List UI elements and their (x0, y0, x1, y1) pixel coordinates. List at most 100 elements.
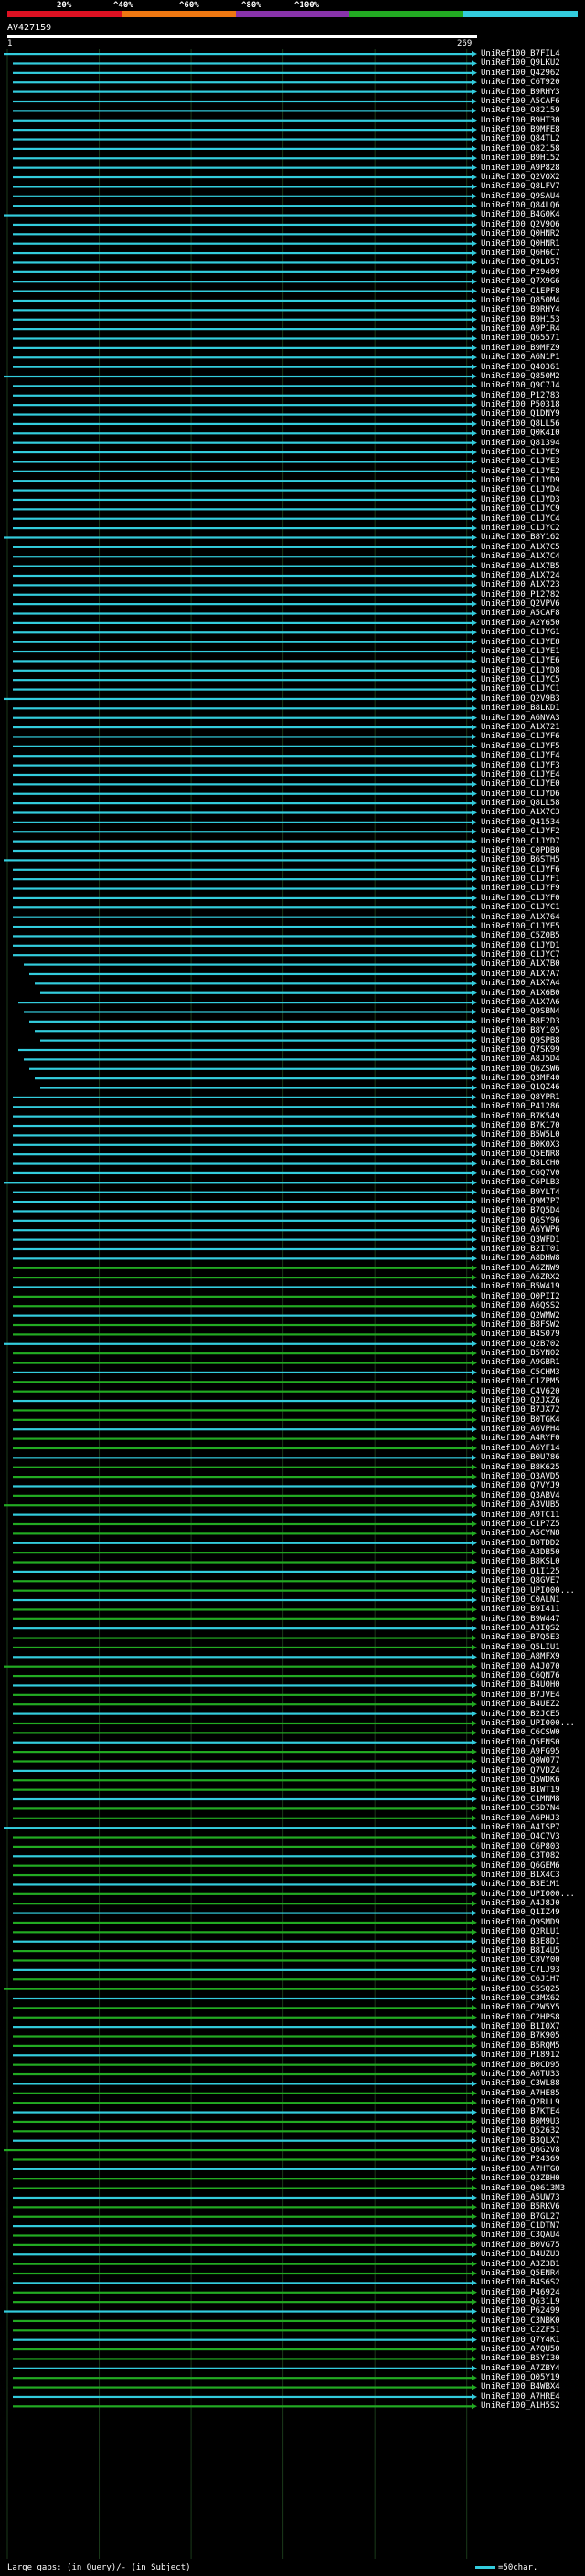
hit-bar[interactable] (13, 90, 472, 93)
hit-bar[interactable] (13, 489, 472, 492)
hit-bar[interactable] (13, 1845, 472, 1849)
hit-bar[interactable] (18, 1048, 472, 1052)
hit-bar[interactable] (13, 1817, 472, 1819)
hit-bar[interactable] (13, 1873, 472, 1877)
hit-bar[interactable] (13, 1352, 472, 1355)
hit-bar[interactable] (13, 1674, 472, 1678)
hit-label[interactable]: UniRef100_Q9C7J4 (481, 381, 585, 390)
hit-label[interactable]: UniRef100_Q850M4 (481, 296, 585, 305)
hit-label[interactable]: UniRef100_Q9M7P7 (481, 1197, 585, 1206)
hit-label[interactable]: UniRef100_Q9SMD9 (481, 1918, 585, 1927)
hit-label[interactable]: UniRef100_C1JYF4 (481, 751, 585, 760)
hit-bar[interactable] (4, 1342, 472, 1345)
hit-bar[interactable] (13, 1779, 472, 1782)
hit-bar[interactable] (13, 1968, 472, 1971)
hit-bar[interactable] (13, 546, 472, 548)
hit-label[interactable]: UniRef100_C1JYE2 (481, 467, 585, 476)
hit-bar[interactable] (13, 451, 472, 454)
hit-label[interactable]: UniRef100_A3Z3B1 (481, 2260, 585, 2269)
hit-bar[interactable] (13, 944, 472, 947)
hit-label[interactable]: UniRef100_B7JX72 (481, 1405, 585, 1415)
hit-label[interactable]: UniRef100_C1JYE5 (481, 922, 585, 931)
hit-label[interactable]: UniRef100_C1JYD3 (481, 495, 585, 504)
hit-bar[interactable] (13, 868, 472, 871)
hit-bar[interactable] (13, 2054, 472, 2057)
hit-bar[interactable] (13, 669, 472, 672)
hit-bar[interactable] (13, 1323, 472, 1327)
hit-label[interactable]: UniRef100_C6Q7V0 (481, 1169, 585, 1178)
hit-label[interactable]: UniRef100_B3QLX7 (481, 2136, 585, 2146)
hit-label[interactable]: UniRef100_B0CD95 (481, 2061, 585, 2070)
hit-label[interactable]: UniRef100_B0TDD2 (481, 1539, 585, 1548)
hit-bar[interactable] (13, 1106, 472, 1108)
hit-label[interactable]: UniRef100_C1JYE3 (481, 457, 585, 466)
hit-bar[interactable] (4, 697, 472, 701)
hit-label[interactable]: UniRef100_C6PLB3 (481, 1178, 585, 1187)
hit-bar[interactable] (13, 2405, 472, 2408)
hit-bar[interactable] (13, 404, 472, 407)
hit-label[interactable]: UniRef100_B3E8D1 (481, 1937, 585, 1946)
hit-label[interactable]: UniRef100_A3IQS2 (481, 1624, 585, 1633)
hit-bar[interactable] (13, 802, 472, 805)
hit-bar[interactable] (13, 1542, 472, 1544)
hit-bar[interactable] (13, 2377, 472, 2380)
hit-bar[interactable] (13, 650, 472, 653)
hit-label[interactable]: UniRef100_C1JYE8 (481, 638, 585, 647)
hit-bar[interactable] (4, 1182, 472, 1184)
hit-label[interactable]: UniRef100_C1JYD4 (481, 485, 585, 494)
hit-bar[interactable] (4, 1504, 472, 1507)
hit-bar[interactable] (13, 223, 472, 227)
hit-label[interactable]: UniRef100_Q9LKU2 (481, 58, 585, 68)
hit-bar[interactable] (13, 281, 472, 283)
hit-bar[interactable] (13, 1522, 472, 1526)
hit-label[interactable]: UniRef100_A9TC11 (481, 1511, 585, 1520)
hit-bar[interactable] (13, 2168, 472, 2170)
hit-bar[interactable] (13, 356, 472, 359)
hit-label[interactable]: UniRef100_A9FG95 (481, 1747, 585, 1756)
hit-bar[interactable] (13, 2263, 472, 2265)
hit-label[interactable]: UniRef100_Q7X9G6 (481, 277, 585, 286)
hit-bar[interactable] (40, 1087, 472, 1089)
hit-label[interactable]: UniRef100_B4UZU3 (481, 2250, 585, 2259)
hit-label[interactable]: UniRef100_Q850M2 (481, 372, 585, 381)
hit-bar[interactable] (13, 1931, 472, 1934)
hit-bar[interactable] (13, 1855, 472, 1858)
hit-label[interactable]: UniRef100_Q9SBN4 (481, 1007, 585, 1016)
hit-label[interactable]: UniRef100_C0ALN1 (481, 1595, 585, 1605)
hit-bar[interactable] (13, 896, 472, 900)
hit-label[interactable]: UniRef100_A4J8J0 (481, 1899, 585, 1908)
hit-label[interactable]: UniRef100_B8K625 (481, 1463, 585, 1472)
hit-label[interactable]: UniRef100_B5YN02 (481, 1349, 585, 1358)
hit-label[interactable]: UniRef100_C1JYF3 (481, 761, 585, 770)
hit-bar[interactable] (13, 100, 472, 103)
hit-bar[interactable] (13, 166, 472, 169)
hit-label[interactable]: UniRef100_Q2JXZ6 (481, 1396, 585, 1405)
hit-bar[interactable] (13, 1892, 472, 1895)
hit-bar[interactable] (13, 641, 472, 643)
hit-bar[interactable] (4, 53, 472, 56)
hit-bar[interactable] (4, 2148, 472, 2152)
hit-bar[interactable] (13, 1532, 472, 1535)
hit-label[interactable]: UniRef100_B9YLT4 (481, 1188, 585, 1197)
hit-bar[interactable] (13, 2301, 472, 2304)
hit-label[interactable]: UniRef100_C0PDB0 (481, 846, 585, 855)
hit-bar[interactable] (13, 119, 472, 122)
hit-label[interactable]: UniRef100_C1EPF8 (481, 287, 585, 296)
hit-bar[interactable] (13, 2243, 472, 2246)
hit-bar[interactable] (13, 1552, 472, 1554)
hit-bar[interactable] (13, 422, 472, 426)
hit-bar[interactable] (13, 584, 472, 587)
hit-label[interactable]: UniRef100_A2Y650 (481, 619, 585, 628)
hit-label[interactable]: UniRef100_P12782 (481, 590, 585, 599)
hit-bar[interactable] (13, 1608, 472, 1611)
hit-bar[interactable] (24, 963, 472, 966)
hit-bar[interactable] (13, 1219, 472, 1222)
hit-label[interactable]: UniRef100_B8KSL0 (481, 1557, 585, 1566)
hit-bar[interactable] (13, 1124, 472, 1128)
hit-bar[interactable] (13, 688, 472, 691)
hit-label[interactable]: UniRef100_C6CSW0 (481, 1728, 585, 1737)
hit-bar[interactable] (13, 821, 472, 823)
hit-bar[interactable] (13, 461, 472, 463)
hit-label[interactable]: UniRef100_Q0HNR1 (481, 239, 585, 249)
hit-bar[interactable] (13, 498, 472, 502)
